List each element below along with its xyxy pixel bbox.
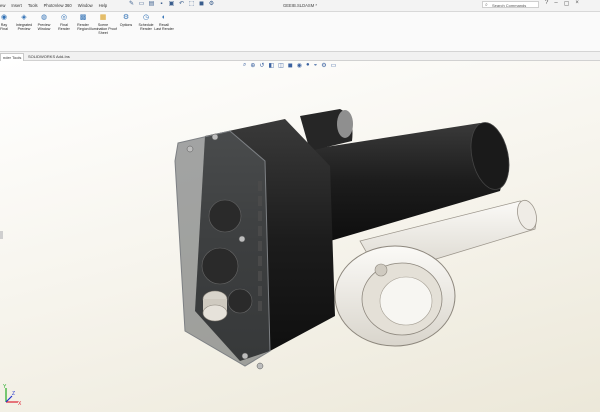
ribbon-sublabel: Render <box>58 27 70 31</box>
scene-illumination-icon: ▦ <box>99 14 107 21</box>
scene-illumination-button[interactable]: ▦ Scene Illumination Proof Sheet <box>89 14 117 35</box>
collar-ring[interactable] <box>334 245 456 347</box>
ribbon-label: Options <box>119 23 133 27</box>
ribbon-sublabel: Last Render <box>154 27 174 31</box>
menu-list: ew Insert Tools PhotoView 360 Window Hel… <box>0 3 113 8</box>
menu-tools[interactable]: Tools <box>28 3 38 8</box>
menu-view[interactable]: ew <box>0 3 5 8</box>
schedule-render-icon: ◷ <box>142 14 150 21</box>
gearbox-housing[interactable] <box>174 119 335 370</box>
integrated-preview-icon: ◈ <box>21 14 27 21</box>
rebuild-icon[interactable]: ◼ <box>198 1 205 8</box>
new-icon[interactable]: ▭ <box>138 1 145 8</box>
preview-window-icon: ◍ <box>40 14 48 21</box>
triad-x-label: X <box>18 401 22 406</box>
menu-window[interactable]: Window <box>78 3 93 8</box>
undo-icon[interactable]: ↶ <box>178 1 185 8</box>
command-manager-ribbon: ◉ Ray Final ◈ Integrated Preview ◍ Preview Win… <box>0 12 600 52</box>
ribbon-sublabel: Region <box>77 27 89 31</box>
tab-solidworks-addins[interactable]: SOLIDWORKS Add-Ins <box>26 53 72 60</box>
triad-z-label: Z <box>12 391 15 397</box>
ribbon-sublabel: Preview <box>17 27 31 31</box>
search-placeholder: Search Commands <box>492 3 527 8</box>
document-title: GEEIB.SLDASM * <box>283 3 317 8</box>
search-icon: ⌕ <box>485 2 488 8</box>
quick-access-toolbar: ✎ ▭ ▤ ▪ ▣ ↶ ⬚ ◼ ⚙ <box>128 1 215 8</box>
close-icon[interactable]: × <box>575 0 579 7</box>
pin-icon[interactable]: ✎ <box>128 1 135 8</box>
menu-photoview[interactable]: PhotoView 360 <box>44 3 72 8</box>
menu-help[interactable]: Help <box>99 3 108 8</box>
command-tabs: nder Tools SOLIDWORKS Add-Ins <box>0 52 600 61</box>
ribbon-sublabel: Final <box>0 27 8 31</box>
render-options-icon: ⚙ <box>122 14 130 21</box>
tab-render-tools[interactable]: nder Tools <box>0 53 25 61</box>
save-icon[interactable]: ▪ <box>158 1 165 8</box>
select-icon[interactable]: ⬚ <box>188 1 195 8</box>
print-icon[interactable]: ▣ <box>168 1 175 8</box>
ribbon-sublabel: Illumination Proof Sheet <box>89 27 117 35</box>
menu-bar: ew Insert Tools PhotoView 360 Window Hel… <box>0 0 600 12</box>
open-icon[interactable]: ▤ <box>148 1 155 8</box>
window-controls: ? – ▢ × <box>545 0 579 7</box>
help-icon[interactable]: ? <box>545 0 548 7</box>
recall-render-button[interactable]: ◐ Recall Last Render <box>152 14 176 31</box>
minimize-icon[interactable]: – <box>554 0 557 7</box>
reference-triad: X Y Z <box>3 384 22 406</box>
final-render-icon: ◎ <box>60 14 68 21</box>
restore-icon[interactable]: ▢ <box>564 0 570 7</box>
panel-expand-tab[interactable] <box>0 231 3 239</box>
ribbon-sublabel: Window <box>37 27 51 31</box>
search-commands-input[interactable]: ⌕ Search Commands <box>482 1 539 8</box>
assembly-model[interactable] <box>0 61 600 412</box>
options-icon[interactable]: ⚙ <box>208 1 215 8</box>
render-region-icon: ▩ <box>79 14 87 21</box>
recall-render-icon: ◐ <box>161 14 167 21</box>
graphics-area[interactable]: ⌕ ⊕ ↺ ◧ ◫ ◼ ◉ ● ◒ ⚙ ▭ X Y Z <box>0 61 600 412</box>
ribbon-sublabel: Render <box>140 27 152 31</box>
ray-trace-icon: ◉ <box>0 14 8 21</box>
menu-insert[interactable]: Insert <box>11 3 21 8</box>
